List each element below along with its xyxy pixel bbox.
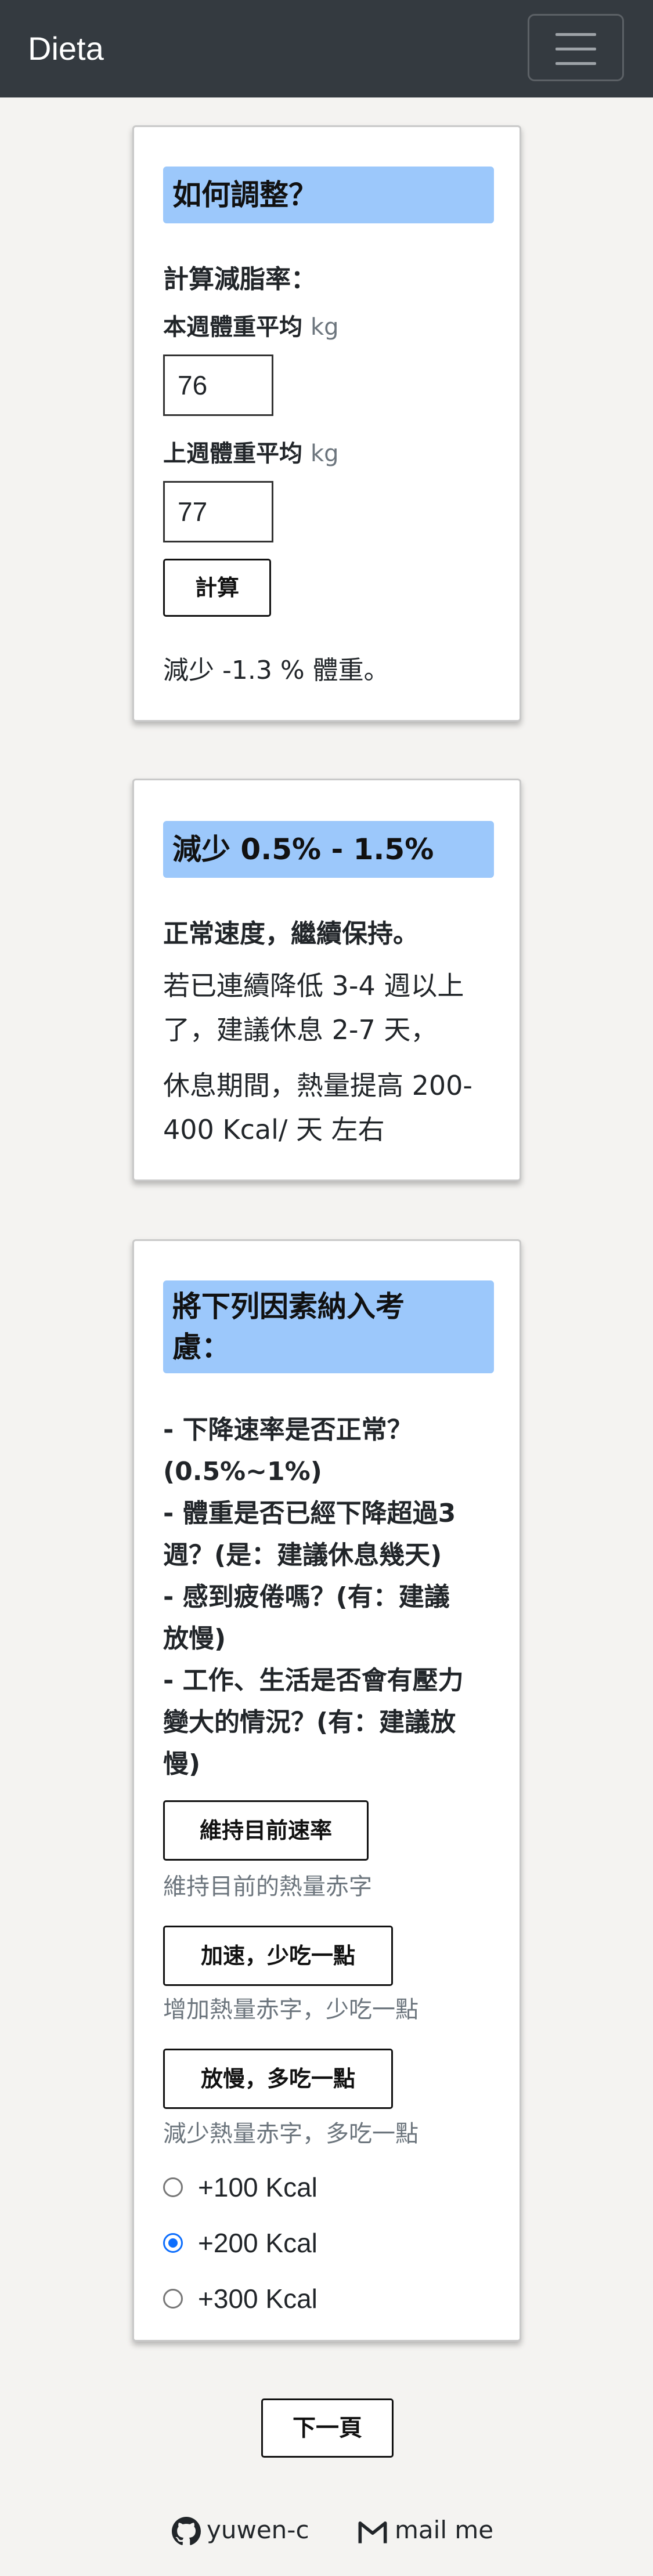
factors-heading: 將下列因素納入考 慮： — [163, 1280, 494, 1373]
calc-label: 計算減脂率： — [163, 265, 316, 294]
last-week-weight-input[interactable]: 77 — [163, 481, 273, 542]
card-heading: 如何調整？ — [163, 167, 494, 223]
hamburger-icon-middle — [555, 48, 596, 50]
factor-line: - 工作、生活是否會有壓力 — [163, 1666, 464, 1695]
gmail-icon — [358, 2521, 387, 2544]
advice-line-2: 了，建議休息 2-7 天， — [163, 1014, 438, 1045]
kcal-100-label[interactable]: +100 Kcal — [198, 2172, 318, 2203]
factor-line: - 下降速率是否正常？ — [163, 1415, 413, 1445]
factor-line: 變大的情況？(有：建議放 — [163, 1707, 456, 1737]
factor-line: 週？(是：建議休息幾天) — [163, 1540, 442, 1570]
hamburger-icon — [555, 33, 596, 36]
slow-down-button[interactable]: 放慢，多吃一點 — [163, 2049, 393, 2109]
slow-down-desc: 減少熱量赤字，多吃一點 — [163, 2121, 419, 2147]
calculate-button[interactable]: 計算 — [163, 559, 271, 617]
this-week-label-text: 本週體重平均 — [163, 314, 302, 341]
factor-line: 放慢) — [163, 1624, 226, 1654]
unit-kg: kg — [310, 314, 339, 341]
kcal-300-radio[interactable] — [163, 2289, 183, 2309]
navbar: Dieta — [0, 0, 653, 97]
status-text: 正常速度，繼續保持。 — [163, 919, 419, 949]
advice-line-1: 若已連續降低 3-4 週以上 — [163, 970, 464, 1001]
factor-line: - 感到疲倦嗎？(有：建議 — [163, 1582, 450, 1612]
maintain-rate-desc: 維持目前的熱量赤字 — [163, 1873, 372, 1900]
mail-label[interactable]: mail me — [395, 2516, 493, 2544]
speed-up-desc: 增加熱量赤字，少吃一點 — [163, 1996, 419, 2023]
last-week-label-text: 上週體重平均 — [163, 440, 302, 467]
factor-line: - 體重是否已經下降超過3 — [163, 1499, 456, 1528]
rate-card: 減少 0.5% - 1.5% 正常速度，繼續保持。 若已連續降低 3-4 週以上… — [132, 779, 521, 1181]
this-week-weight-input[interactable]: 76 — [163, 354, 273, 416]
rest-line-2: 400 Kcal/ 天 左右 — [163, 1114, 385, 1145]
menu-toggle-button[interactable] — [528, 14, 624, 81]
github-icon — [172, 2517, 201, 2545]
kcal-300-label[interactable]: +300 Kcal — [198, 2283, 318, 2314]
factors-card: 將下列因素納入考 慮： - 下降速率是否正常？ (0.5%~1%) - 體重是否… — [132, 1239, 521, 2342]
factors-heading-line-2: 慮： — [172, 1330, 230, 1364]
last-week-label: 上週體重平均 kg — [163, 435, 339, 468]
rest-line-1: 休息期間，熱量提高 200- — [163, 1070, 473, 1101]
factors-heading-line-1: 將下列因素納入考 — [172, 1290, 405, 1323]
factor-line: 慢) — [163, 1749, 201, 1779]
kcal-100-radio[interactable] — [163, 2177, 183, 2197]
kcal-200-radio[interactable] — [163, 2233, 183, 2253]
brand-title[interactable]: Dieta — [28, 29, 104, 68]
rate-heading: 減少 0.5% - 1.5% — [163, 821, 494, 878]
adjust-card: 如何調整？ 計算減脂率： 本週體重平均 kg 76 上週體重平均 kg 77 計… — [132, 125, 521, 722]
kcal-200-label[interactable]: +200 Kcal — [198, 2227, 318, 2259]
factors-list: - 下降速率是否正常？ (0.5%~1%) - 體重是否已經下降超過3 週？(是… — [163, 1409, 506, 1785]
this-week-label: 本週體重平均 kg — [163, 308, 339, 342]
hamburger-icon-bottom — [555, 62, 596, 65]
factor-line: (0.5%~1%) — [163, 1457, 322, 1486]
unit-kg: kg — [310, 440, 339, 467]
github-label[interactable]: yuwen-c — [207, 2516, 309, 2544]
maintain-rate-button[interactable]: 維持目前速率 — [163, 1800, 369, 1861]
result-text: 減少 -1.3 % 體重。 — [163, 656, 389, 685]
speed-up-button[interactable]: 加速，少吃一點 — [163, 1926, 393, 1986]
next-page-button[interactable]: 下一頁 — [261, 2398, 394, 2458]
